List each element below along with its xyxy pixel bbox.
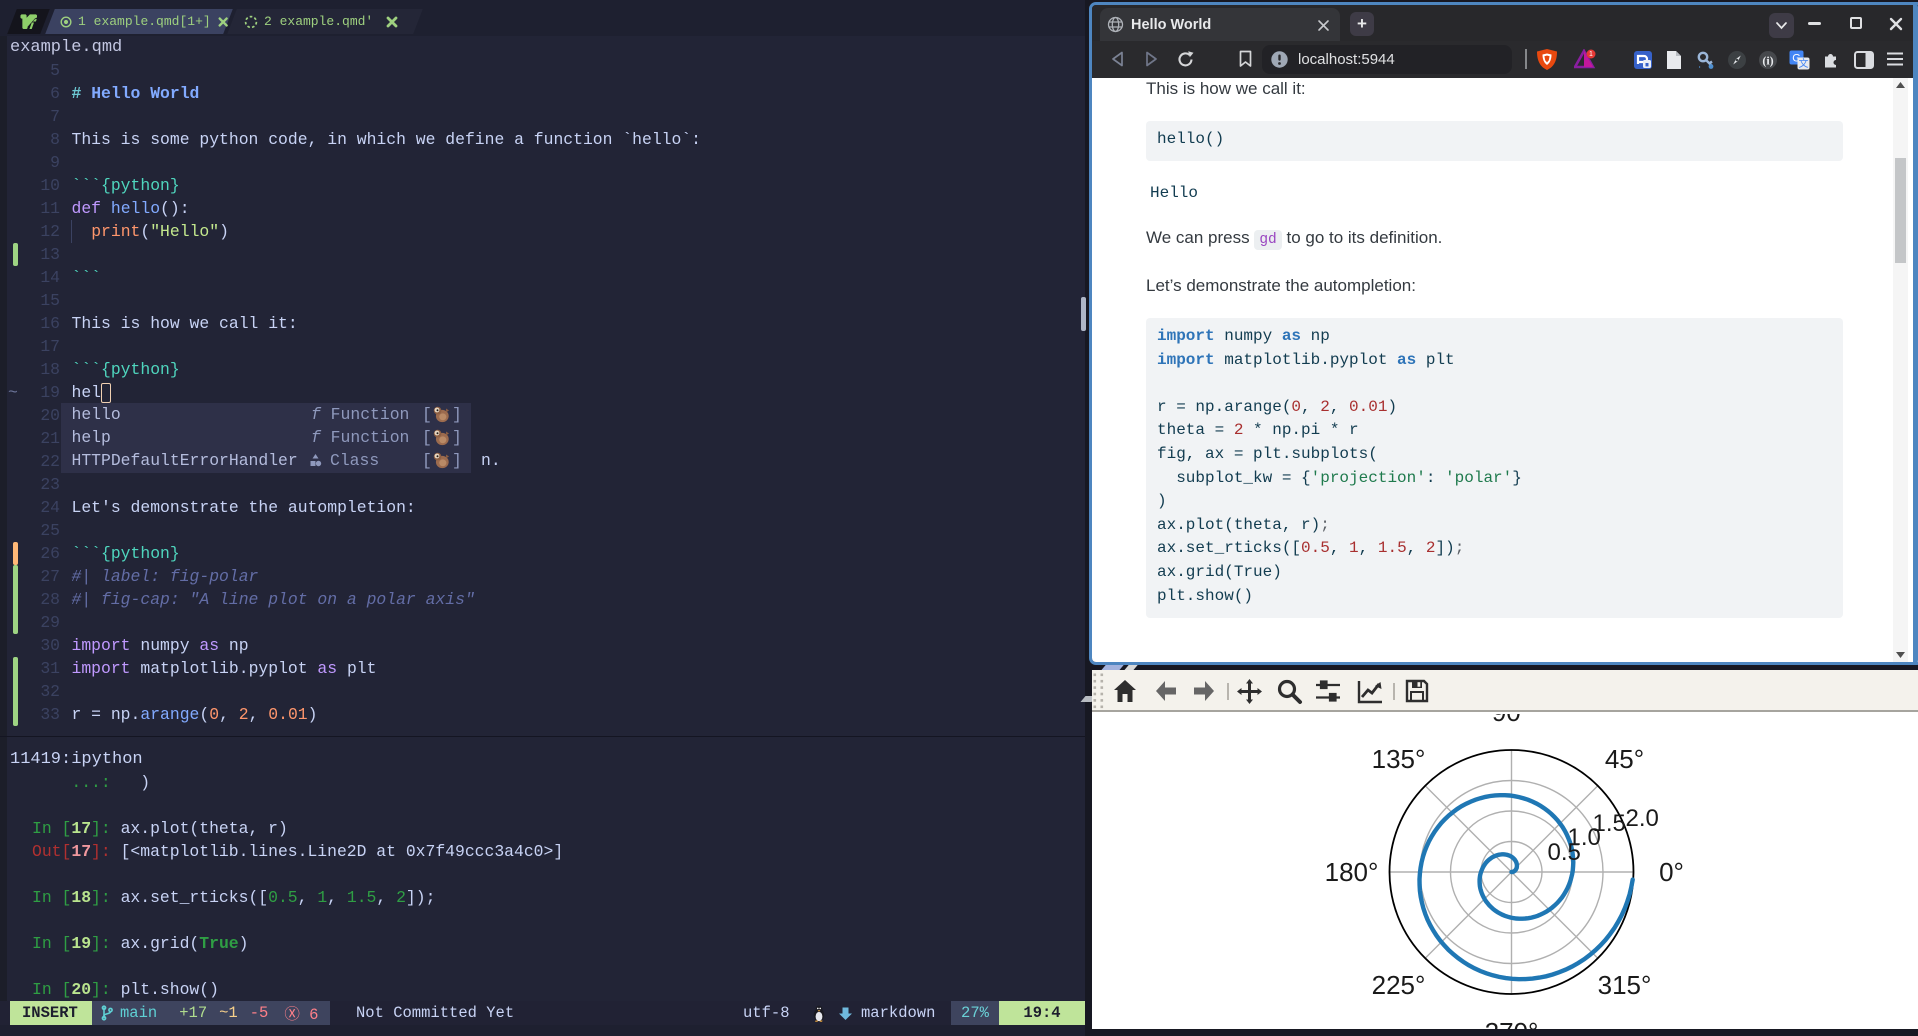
svg-text:90°: 90°	[1492, 714, 1531, 727]
svg-text:(i): (i)	[1762, 54, 1773, 68]
svg-text:0°: 0°	[1659, 857, 1684, 887]
svg-text:225°: 225°	[1372, 970, 1426, 1000]
svg-text:135°: 135°	[1372, 744, 1426, 774]
svg-text:1: 1	[1589, 51, 1593, 58]
svg-text:文: 文	[1799, 57, 1809, 70]
svg-text:315°: 315°	[1598, 970, 1652, 1000]
svg-text:270°: 270°	[1485, 1017, 1539, 1029]
svg-text:1.5: 1.5	[1593, 810, 1626, 837]
svg-text:180°: 180°	[1325, 857, 1379, 887]
svg-text:45°: 45°	[1605, 744, 1644, 774]
svg-text:2.0: 2.0	[1626, 805, 1659, 832]
